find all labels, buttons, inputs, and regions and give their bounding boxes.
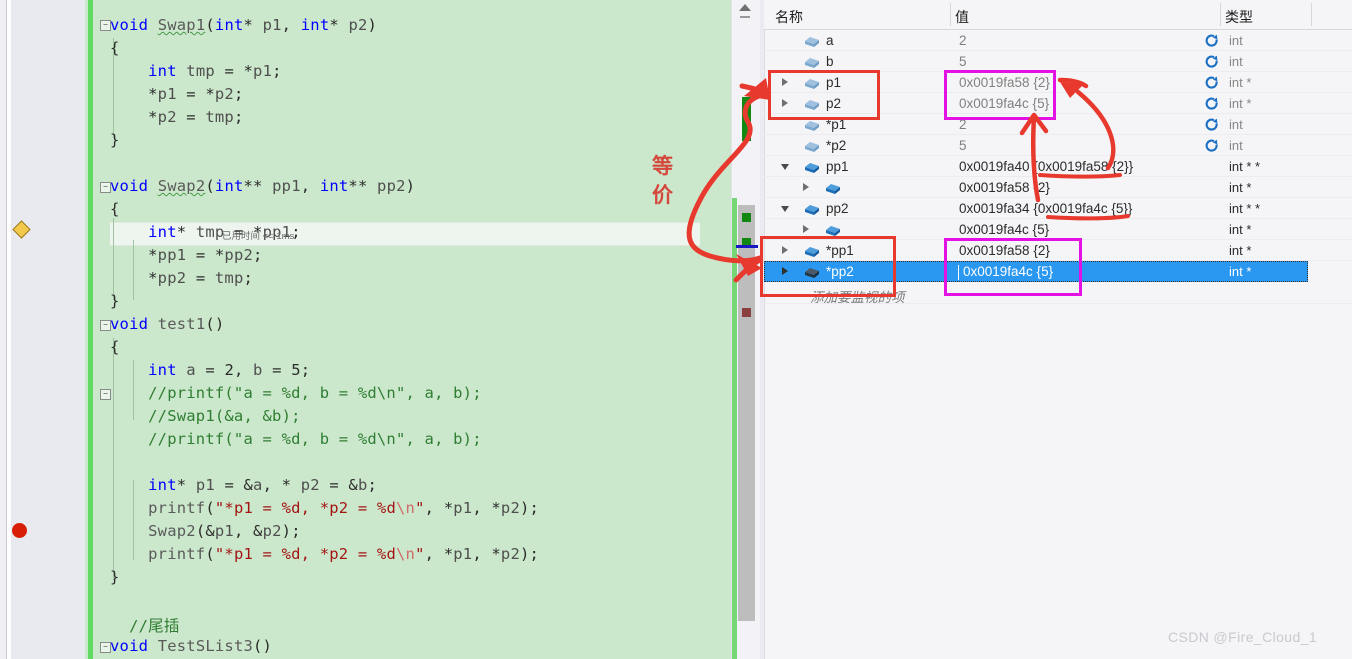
arrow-pp1-to-p1-value (1075, 89, 1116, 171)
arrow-pp2-to-p2-value (1030, 115, 1041, 203)
screenshot-root: − − − − − 47 48 49 50 51 52 53 54 55 56 … (0, 0, 1352, 659)
annotation-overlay (686, 77, 1130, 283)
equivalence-arrow-path (686, 92, 765, 264)
underline-pp2-inner-value (1046, 214, 1130, 221)
watermark: CSDN @Fire_Cloud_1 (1168, 629, 1318, 645)
underline-pp1-inner-value (1038, 173, 1122, 179)
